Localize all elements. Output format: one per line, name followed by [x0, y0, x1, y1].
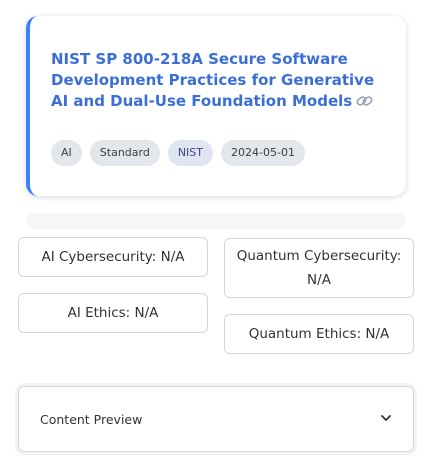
tag-category: AI: [51, 140, 82, 166]
quantum-cybersecurity-score: Quantum Cybersecurity: N/A: [224, 238, 414, 298]
link-icon: [356, 93, 374, 107]
ai-ethics-score: AI Ethics: N/A: [18, 293, 208, 333]
ai-cybersecurity-score: AI Cybersecurity: N/A: [18, 237, 208, 277]
tag-type: Standard: [89, 140, 160, 166]
tag-date: 2024-05-01: [221, 140, 305, 166]
tag-source: NIST: [167, 140, 214, 166]
document-title[interactable]: NIST SP 800-218A Secure Software Develop…: [51, 50, 374, 110]
divider: [26, 213, 406, 229]
tag-list: AI Standard NIST 2024-05-01: [51, 140, 305, 166]
document-card: NIST SP 800-218A Secure Software Develop…: [26, 16, 406, 196]
content-preview-expander[interactable]: Content Preview: [18, 386, 414, 452]
quantum-ethics-score: Quantum Ethics: N/A: [224, 314, 414, 354]
chevron-down-icon[interactable]: [379, 410, 393, 429]
document-title-link[interactable]: NIST SP 800-218A Secure Software Develop…: [51, 49, 386, 112]
content-preview-label: Content Preview: [40, 411, 143, 427]
